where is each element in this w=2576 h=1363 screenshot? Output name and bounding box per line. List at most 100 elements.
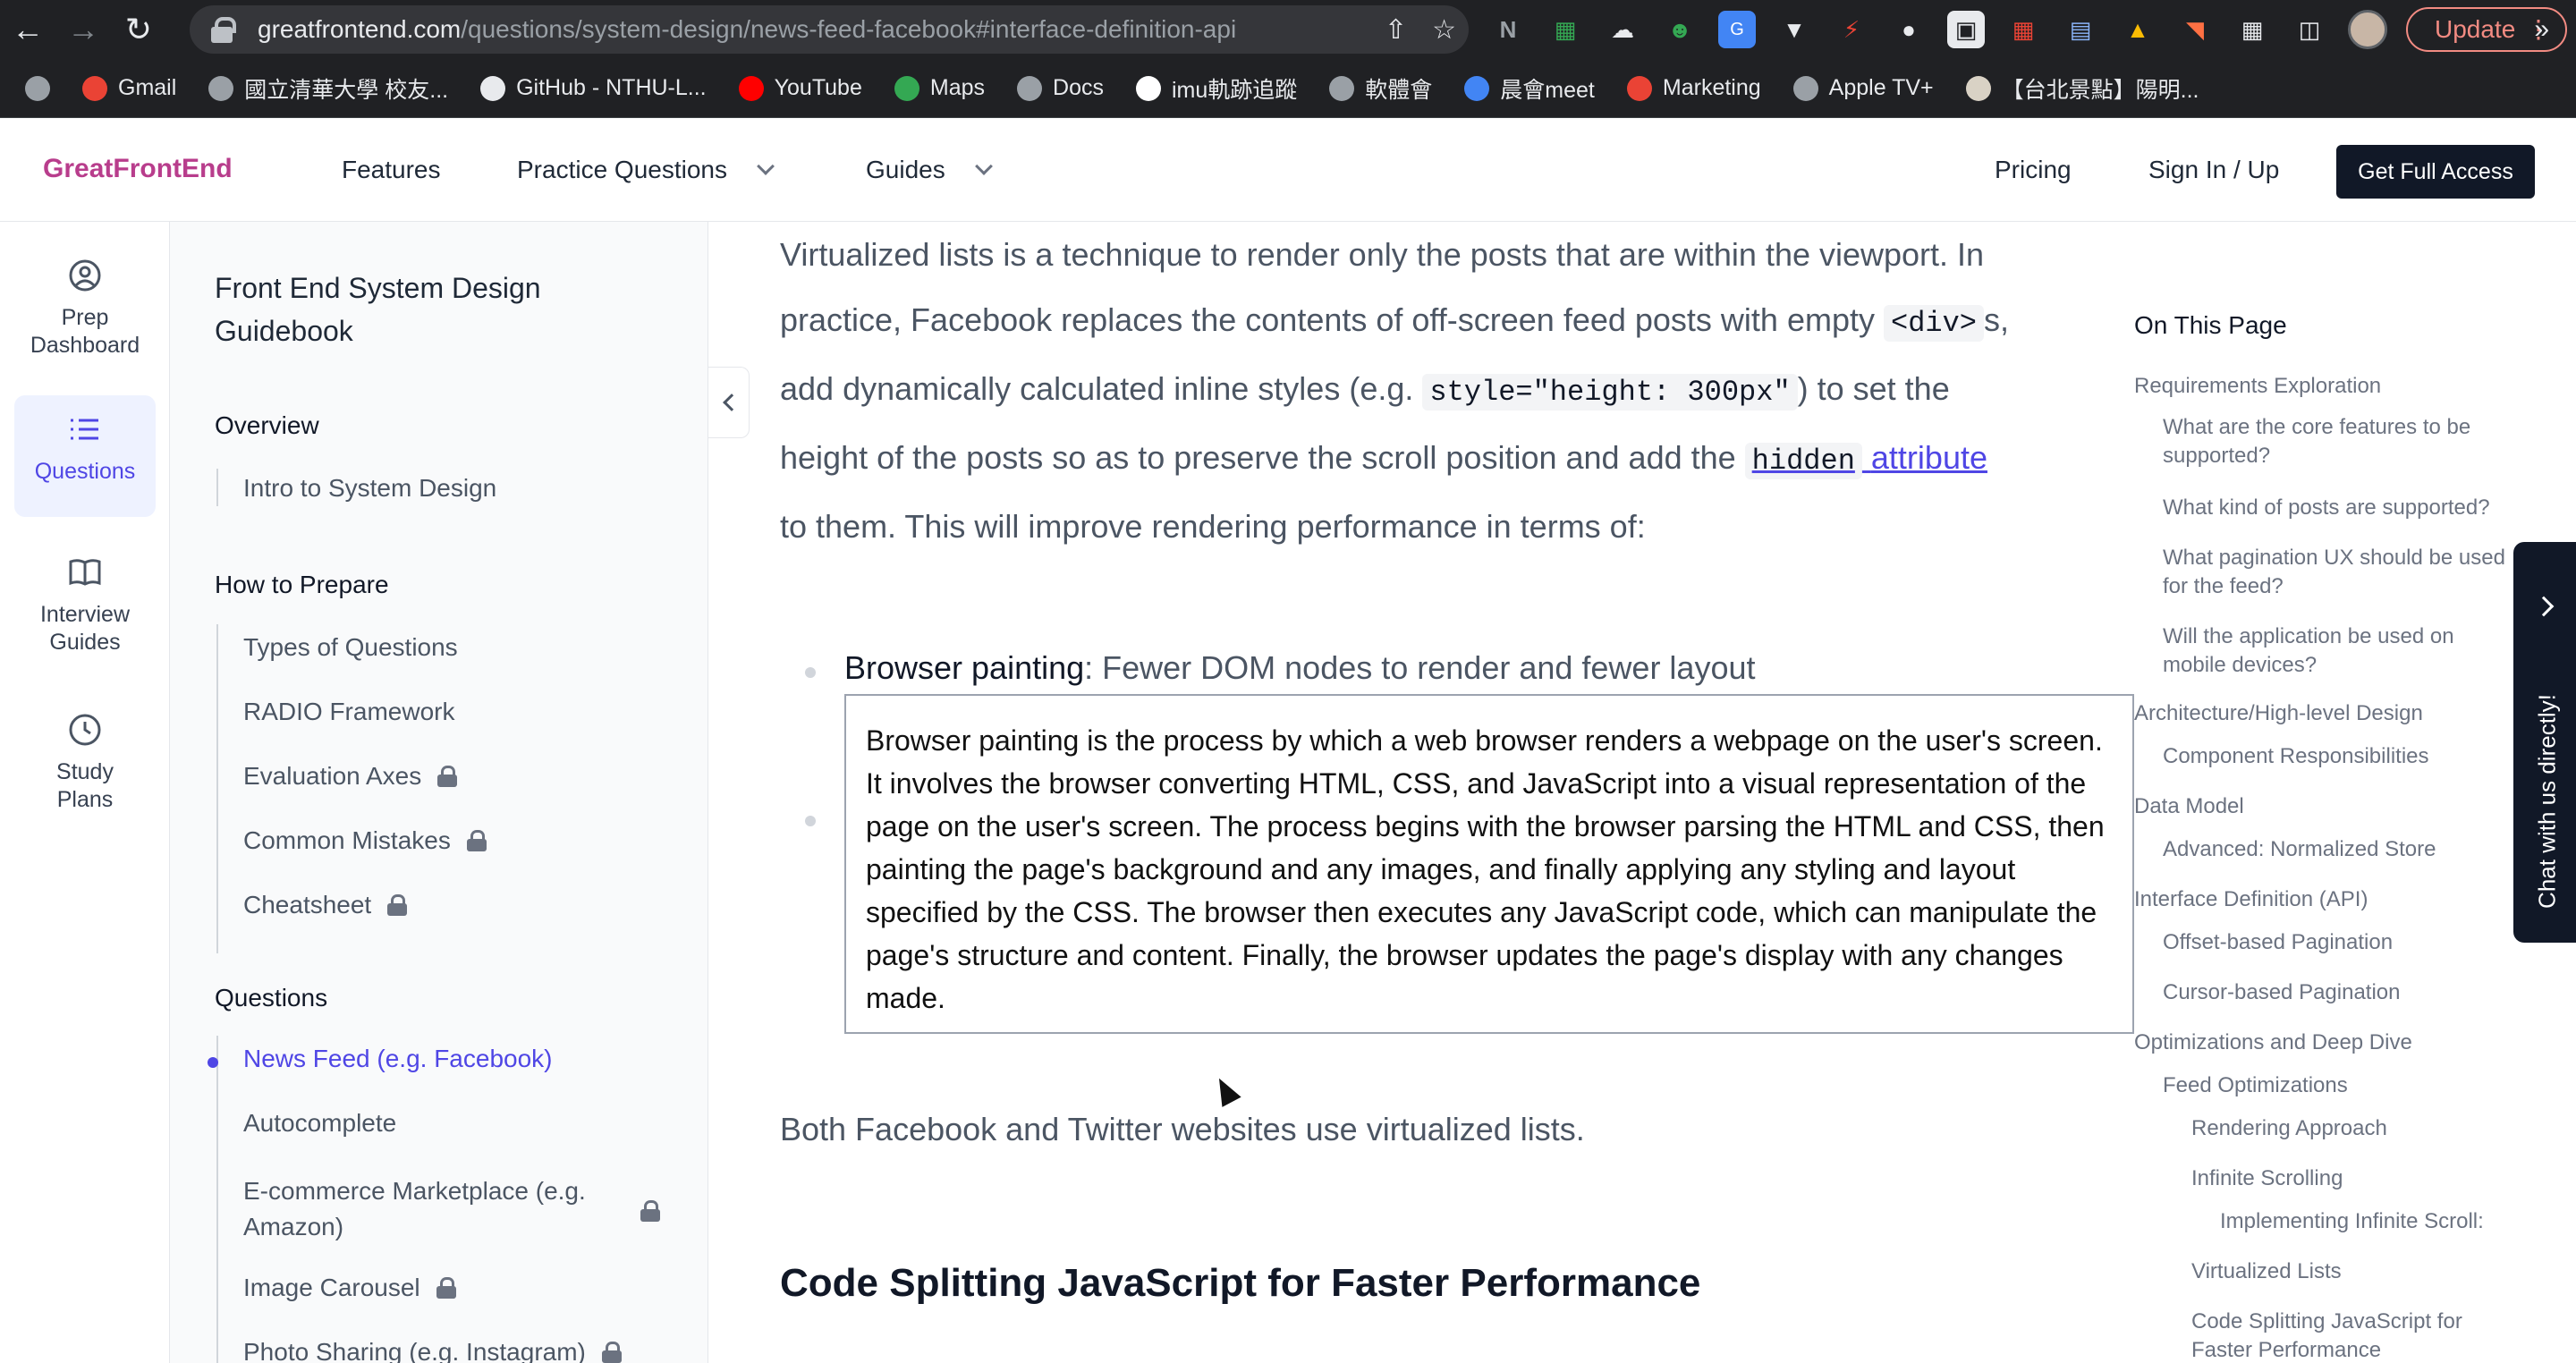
toc-item[interactable]: Cursor-based Pagination (2163, 978, 2521, 1007)
extension-icon[interactable]: ▦ (2004, 11, 2042, 48)
toc-item[interactable]: Feed Optimizations (2163, 1071, 2521, 1100)
bookmark-label: YouTube (774, 75, 862, 100)
toc-item[interactable]: Rendering Approach (2191, 1114, 2513, 1143)
extension-icon[interactable]: ◥ (2176, 11, 2214, 48)
bookmark-item[interactable]: YouTube (738, 75, 862, 101)
guide-item-common-mistakes[interactable]: Common Mistakes (243, 826, 487, 855)
toc-item[interactable]: Advanced: Normalized Store (2163, 835, 2521, 864)
extension-icon[interactable]: ⚡ (1833, 11, 1870, 48)
profile-avatar[interactable] (2348, 10, 2387, 49)
reload-icon[interactable]: ↻ (111, 0, 166, 59)
rail-prep-dashboard[interactable]: Prep Dashboard (14, 258, 156, 360)
toc-item[interactable]: Architecture/High-level Design (2134, 699, 2528, 728)
guide-item-photo-sharing[interactable]: Photo Sharing (e.g. Instagram) (243, 1338, 622, 1363)
toc-item[interactable]: Infinite Scrolling (2191, 1164, 2513, 1193)
extension-icon[interactable]: ▤ (2062, 11, 2099, 48)
translate-extension-icon[interactable]: G (1718, 11, 1756, 48)
extension-icon[interactable]: ☁ (1604, 11, 1641, 48)
rail-study-plans[interactable]: Study Plans (14, 712, 156, 814)
share-icon[interactable]: ⇧ (1385, 14, 1407, 46)
lock-icon[interactable] (209, 15, 236, 44)
guide-item-label: E-commerce Marketplace (e.g. (243, 1177, 586, 1205)
bookmarks-overflow-icon[interactable]: » (2534, 14, 2549, 45)
extension-icon[interactable]: N (1489, 11, 1527, 48)
guide-item-radio-framework[interactable]: RADIO Framework (243, 698, 454, 726)
rail-label: Questions (34, 459, 136, 484)
extension-icon[interactable]: ● (1890, 11, 1928, 48)
rail-questions[interactable]: Questions (14, 395, 156, 517)
toc-item[interactable]: Virtualized Lists (2191, 1257, 2513, 1286)
bookmark-item[interactable]: Docs (1017, 75, 1104, 101)
guide-item-image-carousel[interactable]: Image Carousel (243, 1274, 456, 1302)
bookmark-item[interactable]: 軟體會 (1329, 72, 1432, 105)
url-text[interactable]: greatfrontend.com/questions/system-desig… (258, 15, 1236, 44)
guide-item-news-feed[interactable]: News Feed (e.g. Facebook) (208, 1045, 553, 1073)
sign-in-link[interactable]: Sign In / Up (2148, 156, 2279, 184)
bullet-term[interactable]: Browser painting (844, 649, 1084, 686)
puzzle-icon[interactable]: ▦ (2233, 11, 2271, 48)
guide-item-types-of-questions[interactable]: Types of Questions (243, 633, 458, 662)
address-bar[interactable]: greatfrontend.com/questions/system-desig… (190, 5, 1469, 54)
toc-item[interactable]: Offset-based Pagination (2163, 928, 2521, 957)
bullet-browser-painting: Browser painting: Fewer DOM nodes to ren… (844, 649, 1756, 687)
chat-widget[interactable]: Chat with us directly! (2513, 542, 2576, 943)
forward-icon[interactable]: → (55, 0, 111, 59)
toc-item[interactable]: Will the application be used on mobile d… (2163, 622, 2521, 680)
guide-item-ecommerce[interactable]: E-commerce Marketplace (e.g. Amazon) (243, 1173, 586, 1245)
back-icon[interactable]: ← (0, 0, 55, 59)
chevron-down-icon (974, 157, 993, 175)
hidden-attribute-link[interactable]: hidden attribute (1744, 439, 1987, 479)
toc-item[interactable]: Optimizations and Deep Dive (2134, 1029, 2528, 1057)
rail-interview-guides[interactable]: Interview Guides (14, 555, 156, 656)
nav-features[interactable]: Features (342, 156, 441, 184)
bookmark-item[interactable]: imu軌跡追蹤 (1135, 72, 1298, 105)
side-panel-icon[interactable]: ◫ (2291, 11, 2328, 48)
apps-icon[interactable] (25, 75, 50, 101)
extension-icon[interactable]: ▼ (1775, 11, 1813, 48)
bookmark-item[interactable]: Gmail (82, 75, 176, 101)
bookmark-favicon-icon (894, 75, 919, 101)
bookmark-item[interactable]: 【台北景點】陽明... (1965, 72, 2199, 105)
bookmark-label: imu軌跡追蹤 (1171, 77, 1298, 103)
toc-item[interactable]: Component Responsibilities (2163, 742, 2521, 771)
guide-item-intro[interactable]: Intro to System Design (243, 474, 496, 503)
collapse-sidebar-button[interactable] (708, 367, 750, 438)
bookmark-item[interactable]: Marketing (1626, 75, 1761, 101)
toc-item[interactable]: What pagination UX should be used for th… (2163, 544, 2521, 601)
nav-practice-questions[interactable]: Practice Questions (517, 156, 775, 184)
bookmarks-bar: Gmail 國立清華大學 校友... GitHub - NTHU-L... YouTu… (0, 59, 2576, 118)
bookmark-item[interactable]: 國立清華大學 校友... (208, 72, 448, 105)
extension-icon[interactable]: ▣ (1947, 11, 1985, 48)
toc-title: On This Page (2134, 311, 2287, 339)
toc-item[interactable]: Code Splitting JavaScript for Faster Per… (2191, 1308, 2513, 1363)
bookmark-star-icon[interactable]: ☆ (1432, 14, 1456, 46)
chevron-right-icon (2533, 596, 2555, 617)
extension-icon[interactable]: ☻ (1661, 11, 1699, 48)
guide-item-cheatsheet[interactable]: Cheatsheet (243, 891, 408, 919)
bookmark-item[interactable]: Maps (894, 75, 985, 101)
nav-guides-label: Guides (866, 156, 945, 183)
bookmark-favicon-icon (1329, 75, 1355, 101)
toc-item[interactable]: Implementing Infinite Scroll: (2220, 1207, 2524, 1236)
get-full-access-button[interactable]: Get Full Access (2336, 145, 2535, 199)
nav-pricing[interactable]: Pricing (1995, 156, 2072, 184)
guide-item-autocomplete[interactable]: Autocomplete (243, 1109, 396, 1138)
toc-item[interactable]: Requirements Exploration (2134, 372, 2528, 401)
bookmark-item[interactable]: 晨會meet (1464, 72, 1595, 105)
toc-item[interactable]: What kind of posts are supported? (2163, 494, 2521, 522)
toc-item[interactable]: Interface Definition (API) (2134, 885, 2528, 914)
guide-item-evaluation-axes[interactable]: Evaluation Axes (243, 762, 458, 791)
extension-icon[interactable]: ▦ (1546, 11, 1584, 48)
guide-item-label: Photo Sharing (e.g. Instagram) (243, 1338, 586, 1363)
bookmark-favicon-icon (480, 75, 506, 101)
bookmark-label: 軟體會 (1365, 77, 1433, 103)
toc-item[interactable]: What are the core features to be support… (2163, 413, 2521, 470)
bookmark-item[interactable]: Apple TV+ (1792, 75, 1934, 101)
nav-guides[interactable]: Guides (866, 156, 993, 184)
site-logo[interactable]: GreatFrontEnd (43, 154, 233, 184)
bookmark-label: 國立清華大學 校友... (244, 77, 449, 103)
extension-icon[interactable]: ▲ (2119, 11, 2157, 48)
inline-code: <div> (1883, 305, 1984, 342)
toc-item[interactable]: Data Model (2134, 792, 2528, 821)
bookmark-item[interactable]: GitHub - NTHU-L... (480, 75, 707, 101)
